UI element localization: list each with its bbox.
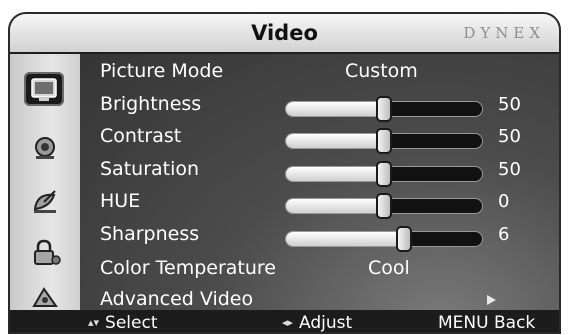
- select-hint: ▴▾ Select: [88, 311, 158, 333]
- up-down-arrows-icon: ▴▾: [88, 316, 100, 329]
- speaker-icon[interactable]: [28, 132, 62, 160]
- brightness-label[interactable]: Brightness: [100, 93, 201, 115]
- back-hint: MENU Back: [438, 311, 536, 333]
- tv-screen-icon[interactable]: [24, 72, 64, 106]
- sharpness-value: 6: [498, 224, 510, 245]
- saturation-label[interactable]: Saturation: [100, 158, 199, 180]
- adjust-hint-label: Adjust: [299, 313, 353, 333]
- sharpness-slider[interactable]: [285, 226, 483, 252]
- menu-key-label: MENU: [438, 313, 489, 333]
- picture-mode-label[interactable]: Picture Mode: [100, 60, 223, 82]
- brightness-slider[interactable]: [285, 96, 483, 122]
- hue-label[interactable]: HUE: [100, 190, 140, 212]
- saturation-slider[interactable]: [285, 161, 483, 187]
- color-temperature-value[interactable]: Cool: [368, 257, 410, 279]
- contrast-slider[interactable]: [285, 128, 483, 154]
- menu-header: Video DYNEX: [10, 14, 559, 54]
- slider-knob[interactable]: [376, 128, 392, 154]
- select-hint-label: Select: [105, 313, 158, 333]
- picture-mode-value[interactable]: Custom: [345, 60, 418, 82]
- osd-menu-window: Video DYNEX Picture Mode Custom Brightne…: [8, 12, 561, 334]
- contrast-value: 50: [498, 126, 521, 147]
- color-temperature-label[interactable]: Color Temperature: [100, 257, 276, 279]
- settings-list: Picture Mode Custom Brightness 50 Contra…: [80, 54, 559, 310]
- slider-knob[interactable]: [376, 193, 392, 219]
- sharpness-label[interactable]: Sharpness: [100, 223, 199, 245]
- brand-logo: DYNEX: [463, 24, 545, 42]
- slider-knob[interactable]: [376, 161, 392, 187]
- satellite-dish-icon[interactable]: [28, 187, 62, 215]
- hue-slider[interactable]: [285, 193, 483, 219]
- lock-icon[interactable]: [28, 239, 62, 267]
- submenu-arrow-icon: [487, 295, 496, 305]
- category-sidebar: [10, 54, 80, 310]
- brightness-value: 50: [498, 94, 521, 115]
- advanced-video-label[interactable]: Advanced Video: [100, 288, 253, 310]
- contrast-label[interactable]: Contrast: [100, 125, 181, 147]
- back-hint-label: Back: [493, 313, 536, 333]
- left-right-arrows-icon: ◂▸: [282, 316, 294, 329]
- slider-knob[interactable]: [376, 96, 392, 122]
- slider-knob[interactable]: [396, 226, 412, 252]
- saturation-value: 50: [498, 159, 521, 180]
- key-hint-bar: ▴▾ Select ◂▸ Adjust MENU Back: [10, 310, 559, 333]
- adjust-hint: ◂▸ Adjust: [282, 311, 353, 333]
- hue-value: 0: [498, 191, 510, 212]
